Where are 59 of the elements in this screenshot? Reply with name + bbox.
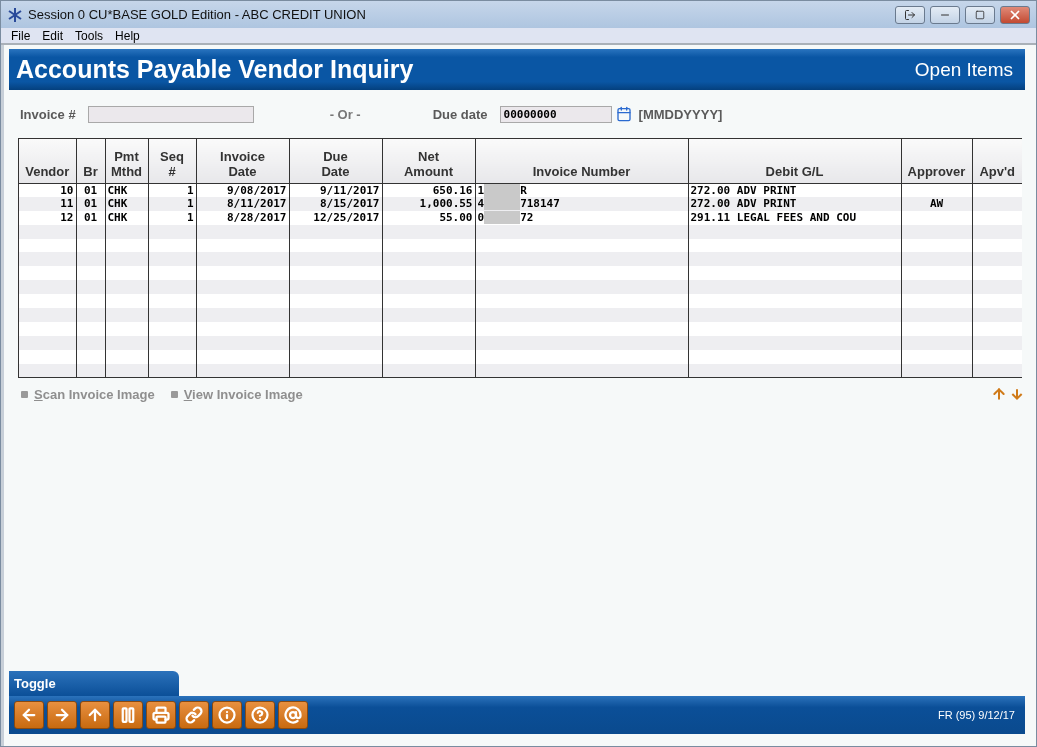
menu-item[interactable]: Edit xyxy=(36,28,70,43)
column-header: Invoice Date xyxy=(196,139,289,183)
invoice-number-part: 4 xyxy=(477,197,485,211)
column-header: Due Date xyxy=(289,139,382,183)
exit-icon xyxy=(904,8,916,21)
redaction-block xyxy=(484,211,521,225)
pause-icon xyxy=(119,706,137,724)
menu-item[interactable]: Help xyxy=(109,28,146,43)
link-icon xyxy=(185,706,203,724)
field-label: Due date xyxy=(432,106,488,122)
at-sign-icon xyxy=(284,706,302,724)
at-sign-button[interactable] xyxy=(278,701,308,729)
invoice-number-part: R xyxy=(520,183,527,197)
maximize-button[interactable] xyxy=(965,5,995,24)
close-button[interactable] xyxy=(1000,5,1030,24)
redaction-block xyxy=(484,197,521,211)
app-logo-icon xyxy=(7,6,23,23)
toggle-tab[interactable]: Toggle xyxy=(9,671,179,696)
help-button[interactable] xyxy=(245,701,275,729)
column-header: Br xyxy=(76,139,105,183)
input-field[interactable] xyxy=(87,105,254,123)
link-button[interactable] xyxy=(179,701,209,729)
invoice-number-part: 0 xyxy=(477,211,485,225)
help-icon xyxy=(251,706,269,724)
window-title: Session 0 CU*BASE GOLD Edition - ABC CREDIT UNION xyxy=(28,7,367,22)
info-button[interactable] xyxy=(212,701,242,729)
forward-arrow-button[interactable] xyxy=(47,701,77,729)
input-field[interactable]: 00000000 xyxy=(499,105,612,123)
column-header: Net Amount xyxy=(382,139,475,183)
format-hint: [MMDDYYYY] xyxy=(638,106,723,122)
menu-item[interactable]: File xyxy=(5,28,37,43)
invoice-number-part: 718147 xyxy=(520,197,560,211)
pause-button[interactable] xyxy=(113,701,143,729)
scroll-down-icon[interactable] xyxy=(1009,386,1025,403)
info-icon xyxy=(218,706,236,724)
status-text: FR (95) 9/12/17 xyxy=(937,709,1015,721)
forward-arrow-icon xyxy=(53,706,71,724)
minimize-button[interactable] xyxy=(930,5,960,24)
column-header: Invoice Number xyxy=(475,139,688,183)
back-arrow-button[interactable] xyxy=(14,701,44,729)
up-arrow-button[interactable] xyxy=(80,701,110,729)
menu-item[interactable]: Tools xyxy=(69,28,110,43)
column-header: Pmt Mthd xyxy=(105,139,148,183)
page-title: Accounts Payable Vendor Inquiry xyxy=(16,55,414,84)
invoice-number-part: 72 xyxy=(520,211,534,225)
printer-icon xyxy=(152,706,170,724)
printer-button[interactable] xyxy=(146,701,176,729)
exit-button[interactable] xyxy=(895,5,925,24)
field-label: Invoice # xyxy=(20,106,76,122)
column-header: Approver xyxy=(901,139,972,183)
column-header: Apv'd xyxy=(972,139,1022,183)
column-header: Debit G/L xyxy=(688,139,901,183)
invoice-number-part: 1 xyxy=(477,183,485,197)
column-header: Seq # xyxy=(148,139,196,183)
page-subtitle: Open Items xyxy=(914,58,1013,81)
or-label: - Or - xyxy=(329,106,361,122)
maximize-icon xyxy=(975,9,985,20)
column-header: Vendor xyxy=(19,139,76,183)
calendar-icon[interactable] xyxy=(615,106,632,122)
